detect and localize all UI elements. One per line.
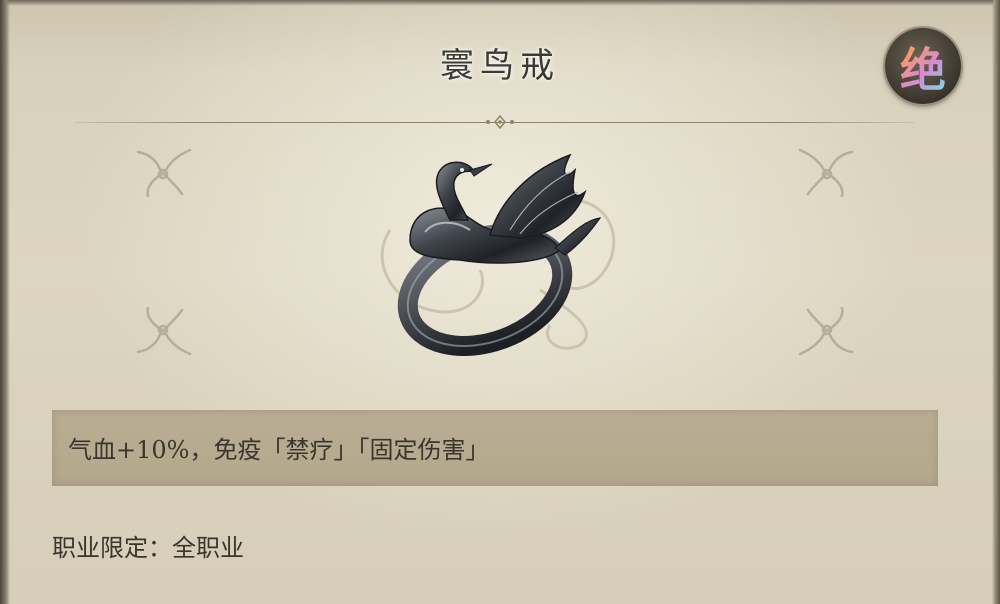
profession-value: 全职业: [172, 534, 244, 562]
fleur-ornament-icon: [798, 148, 854, 198]
panel-frame-left: [0, 0, 10, 604]
panel-frame-top: [0, 0, 1000, 6]
panel-frame-right: [992, 0, 1000, 604]
swan-ring-icon: [380, 153, 616, 357]
profession-restriction: 职业限定：全职业: [52, 528, 244, 563]
rarity-label: 绝: [885, 34, 961, 100]
effect-description-text: 气血+10%，免疫「禁疗」「固定伤害」: [68, 436, 490, 464]
effect-description-bar: 气血+10%，免疫「禁疗」「固定伤害」: [52, 410, 938, 486]
fleur-ornament-icon: [136, 148, 192, 198]
fleur-ornament-icon: [798, 306, 854, 356]
divider-ornament-icon: [486, 114, 514, 130]
profession-label: 职业限定：: [52, 534, 172, 562]
fleur-ornament-icon: [136, 306, 192, 356]
item-name-title: 寰鸟戒: [440, 46, 560, 86]
item-tooltip-panel: 寰鸟戒 绝 气血+10%，免疫「禁疗」「固定伤害」 职业限定：全职业: [0, 0, 1000, 604]
rarity-badge-icon: 绝: [885, 28, 961, 104]
